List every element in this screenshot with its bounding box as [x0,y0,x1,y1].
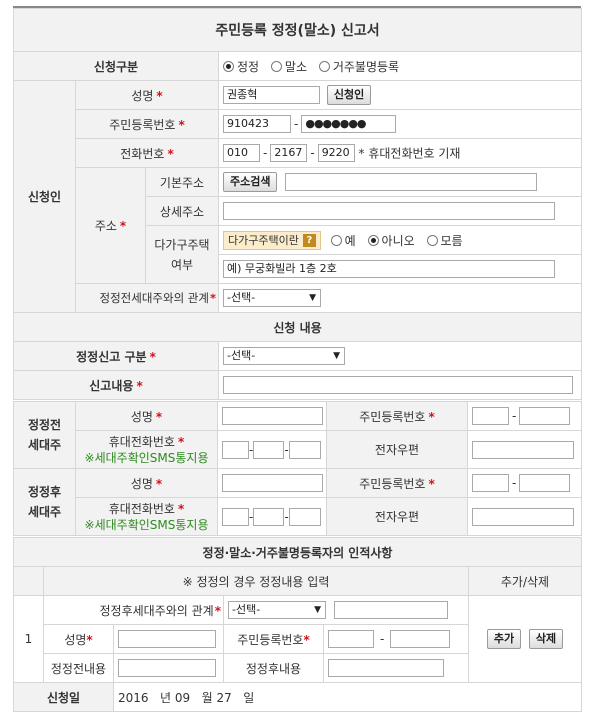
after-head-name-label: 성명 * [75,468,218,498]
persons-note: ※ 정정의 경우 정정내용 입력 [43,566,469,596]
before-head-email-label: 전자우편 [326,430,468,469]
phone-note: * 휴대전화번호 기재 [358,146,461,161]
after-head-rrn-label: 주민등록번호 * [326,468,468,498]
after-relation-select[interactable]: -선택- ▼ [228,601,326,619]
detail-address-label: 상세주소 [145,196,219,226]
dropdown-arrow-icon: ▼ [314,605,321,615]
apply-type-options: 정정 말소 거주불명등록 [217,51,583,81]
after-head-rrn-front-input[interactable] [472,474,509,492]
person-name-label: 성명* [43,624,114,654]
request-content-input[interactable] [223,376,573,394]
relation-select[interactable]: -선택- ▼ [223,289,321,307]
after-head-mobile-label: 휴대전화번호 * ※세대주확인SMS통지용 [75,497,218,536]
multi-house-help-button[interactable]: 다가구주택이란? [223,230,321,250]
request-type-select[interactable]: -선택- ▼ [223,347,345,365]
after-head-label: 정정후 세대주 [13,468,76,536]
radio-icon [270,60,282,72]
before-head-name-label: 성명 * [75,401,218,431]
radio-icon [426,234,438,246]
radio-multi-yes[interactable]: 예 [330,233,364,248]
multi-house-label: 다가구주택 여부 [145,225,219,284]
phone-part1-input[interactable]: 010 [223,144,260,162]
after-relation-label: 정정후세대주와의 관계* [43,595,224,625]
before-head-mobile-3[interactable] [288,440,321,459]
before-head-rrn-front-input[interactable] [472,407,509,425]
row-actions: 추가 삭제 [468,595,582,683]
relation-label: 정정전세대주와의 관계* [75,283,219,313]
applicant-phone-label: 전화번호 * [75,138,219,168]
person-name-input[interactable] [118,630,216,648]
persons-table: 정정·말소·거주불명등록자의 인적사항 ※ 정정의 경우 정정내용 입력 추가/… [13,537,582,712]
before-head-mobile-1[interactable] [222,440,249,459]
persons-section-title: 정정·말소·거주불명등록자의 인적사항 [13,537,582,567]
after-head-email-label: 전자우편 [326,497,468,536]
radio-icon [223,60,234,72]
radio-multi-no[interactable]: 아니오 [367,233,423,248]
household-head-table: 정정전 세대주 성명 * 주민등록번호 * - 휴대전화번호 * ※세대주확인SMS통지용… [13,401,582,536]
person-rrn-front-input[interactable] [328,630,374,648]
request-section-title: 신청 내용 [12,312,583,342]
applicant-rrn-front-input[interactable]: 910423 [223,115,291,133]
after-content-input[interactable] [328,659,444,677]
apply-date-value: 2016 년 09 월 27 일 [113,682,582,712]
apply-type-label: 신청구분 [13,51,219,81]
dropdown-arrow-icon: ▼ [309,293,316,303]
after-head-mobile-1[interactable] [222,507,249,526]
address-label: 주소 * [75,167,146,284]
radio-cancellation[interactable]: 말소 [270,59,315,74]
radio-unknown-residence[interactable]: 거주불명등록 [318,59,407,74]
request-content-label: 신고내용 * [13,370,219,400]
after-head-name-input[interactable] [222,474,323,492]
delete-button[interactable]: 삭제 [528,629,564,649]
applicant-name-label: 성명 * [75,80,219,110]
row-number: 1 [13,595,44,683]
phone-part3-input[interactable]: 9220 [317,144,355,162]
basic-address-input[interactable] [285,173,538,191]
after-head-rrn-back-input[interactable] [519,474,571,492]
radio-icon [367,234,379,246]
radio-correction[interactable]: 정정 [223,59,267,74]
help-icon: ? [302,234,316,247]
add-button[interactable]: 추가 [486,629,522,649]
after-relation-input[interactable] [333,601,448,619]
applicant-rrn-back-input[interactable]: ●●●●●●● [301,115,397,133]
address-search-button[interactable]: 주소검색 [223,172,278,192]
add-delete-header: 추가/삭제 [468,566,582,596]
request-type-label: 정정신고 구분 * [13,341,219,371]
apply-date-label: 신청일 [13,682,114,712]
applicant-section-label: 신청인 [13,80,76,313]
before-head-mobile-label: 휴대전화번호 * ※세대주확인SMS통지용 [75,430,218,469]
after-head-mobile-3[interactable] [288,507,321,526]
dropdown-arrow-icon: ▼ [333,351,340,361]
detail-address-input[interactable] [223,202,555,220]
multi-house-detail-input[interactable]: 예) 무궁화빌라 1층 2호 [223,260,555,278]
basic-address-label: 기본주소 [145,167,219,197]
after-head-mobile-2[interactable] [253,507,285,526]
page-title: 주민등록 정정(말소) 신고서 [12,8,583,52]
before-content-input[interactable] [118,659,216,677]
before-head-label: 정정전 세대주 [13,401,76,469]
radio-icon [318,60,330,72]
person-rrn-label: 주민등록번호* [223,624,324,654]
applicant-fill-button[interactable]: 신청인 [326,85,372,105]
report-form-table: 주민등록 정정(말소) 신고서 신청구분 정정 말소 거주불명등록 신청인 성명… [12,8,583,400]
radio-icon [330,234,342,246]
after-head-email-input[interactable] [472,507,574,526]
before-head-rrn-back-input[interactable] [519,407,571,425]
before-head-rrn-label: 주민등록번호 * [326,401,468,431]
applicant-name-input[interactable]: 권종혁 [223,86,320,104]
before-head-email-input[interactable] [472,440,574,459]
phone-part2-input[interactable]: 2167 [270,144,308,162]
before-head-name-input[interactable] [222,407,323,425]
before-head-mobile-2[interactable] [253,440,285,459]
person-rrn-back-input[interactable] [390,630,451,648]
radio-multi-unknown[interactable]: 모름 [426,233,471,248]
before-content-label: 정정전내용 [43,653,114,683]
applicant-rrn-label: 주민등록번호 * [75,109,219,139]
after-content-label: 정정후내용 [223,653,324,683]
